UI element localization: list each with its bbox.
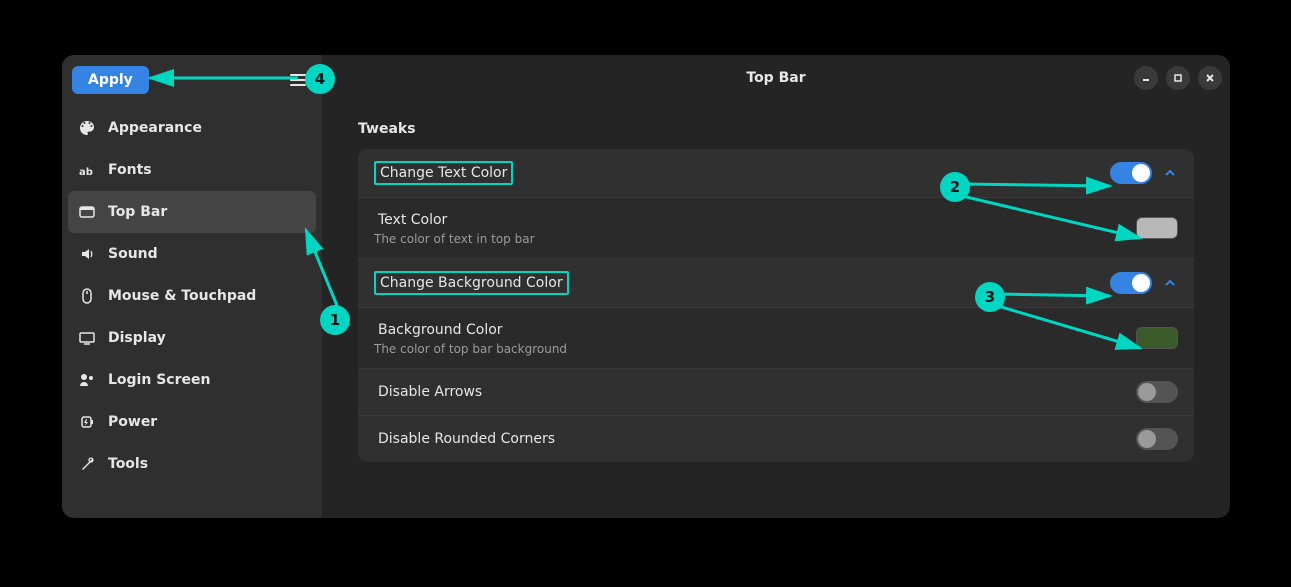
row-title: Background Color — [374, 320, 567, 340]
sidebar-item-label: Appearance — [108, 120, 202, 136]
sidebar-item-label: Sound — [108, 246, 158, 262]
background-color-swatch[interactable] — [1136, 327, 1178, 349]
sidebar-item-tools[interactable]: Tools — [68, 443, 316, 485]
sidebar-item-label: Fonts — [108, 162, 152, 178]
toggle-disable-arrows[interactable] — [1136, 381, 1178, 403]
sidebar-item-appearance[interactable]: Appearance — [68, 107, 316, 149]
sidebar-item-mouse-touchpad[interactable]: Mouse & Touchpad — [68, 275, 316, 317]
row-subtitle: The color of top bar background — [374, 342, 567, 356]
apply-button[interactable]: Apply — [72, 66, 149, 94]
row-title: Change Background Color — [374, 271, 569, 295]
power-icon — [78, 413, 96, 431]
maximize-button[interactable] — [1166, 66, 1190, 90]
sidebar-header: Apply — [68, 61, 316, 99]
mouse-icon — [78, 287, 96, 305]
row-text-color: Text Color The color of text in top bar — [358, 198, 1194, 259]
sidebar-item-top-bar[interactable]: Top Bar — [68, 191, 316, 233]
sidebar: Apply Appearance ab Fonts Top Bar — [62, 55, 322, 518]
hamburger-icon — [290, 74, 306, 76]
tools-icon — [78, 455, 96, 473]
annotation-badge-2: 2 — [940, 172, 970, 202]
row-title: Disable Arrows — [374, 382, 486, 402]
main-area: Top Bar Tweaks Change Text Color — [322, 55, 1230, 518]
svg-text:ab: ab — [79, 167, 93, 178]
section-title: Tweaks — [358, 121, 1194, 137]
toggle-change-background-color[interactable] — [1110, 272, 1152, 294]
minimize-button[interactable] — [1134, 66, 1158, 90]
sidebar-item-label: Login Screen — [108, 372, 210, 388]
sidebar-item-login-screen[interactable]: Login Screen — [68, 359, 316, 401]
toggle-knob — [1132, 164, 1150, 182]
sidebar-item-label: Top Bar — [108, 204, 167, 220]
display-icon — [78, 329, 96, 347]
maximize-icon — [1173, 73, 1183, 83]
toggle-change-text-color[interactable] — [1110, 162, 1152, 184]
sidebar-item-label: Power — [108, 414, 157, 430]
preferences-window: Apply Appearance ab Fonts Top Bar — [62, 55, 1230, 518]
row-background-color: Background Color The color of top bar ba… — [358, 308, 1194, 369]
row-disable-rounded-corners[interactable]: Disable Rounded Corners — [358, 416, 1194, 462]
minimize-icon — [1141, 73, 1151, 83]
appearance-icon — [78, 119, 96, 137]
sidebar-item-label: Display — [108, 330, 166, 346]
sound-icon — [78, 245, 96, 263]
row-title: Change Text Color — [374, 161, 513, 185]
close-icon — [1205, 73, 1215, 83]
chevron-up-icon — [1164, 167, 1176, 179]
close-button[interactable] — [1198, 66, 1222, 90]
row-title: Text Color — [374, 210, 535, 230]
row-change-background-color[interactable]: Change Background Color — [358, 259, 1194, 308]
annotation-badge-3: 3 — [975, 282, 1005, 312]
sidebar-item-sound[interactable]: Sound — [68, 233, 316, 275]
window-controls — [1134, 66, 1222, 90]
toggle-disable-rounded-corners[interactable] — [1136, 428, 1178, 450]
row-disable-arrows[interactable]: Disable Arrows — [358, 369, 1194, 416]
text-color-swatch[interactable] — [1136, 217, 1178, 239]
annotation-badge-4: 4 — [305, 64, 335, 94]
row-change-text-color[interactable]: Change Text Color — [358, 149, 1194, 198]
chevron-up-icon — [1164, 277, 1176, 289]
sidebar-nav: Appearance ab Fonts Top Bar Sound Mouse … — [68, 107, 316, 485]
sidebar-item-display[interactable]: Display — [68, 317, 316, 359]
expand-chevron[interactable] — [1162, 275, 1178, 291]
sidebar-item-power[interactable]: Power — [68, 401, 316, 443]
sidebar-item-label: Tools — [108, 456, 148, 472]
row-title: Disable Rounded Corners — [374, 429, 559, 449]
login-icon — [78, 371, 96, 389]
tweaks-list: Change Text Color Text Color The color o… — [358, 149, 1194, 462]
expand-chevron[interactable] — [1162, 165, 1178, 181]
sidebar-item-label: Mouse & Touchpad — [108, 288, 256, 304]
sidebar-item-fonts[interactable]: ab Fonts — [68, 149, 316, 191]
fonts-icon: ab — [78, 161, 96, 179]
toggle-knob — [1132, 274, 1150, 292]
row-subtitle: The color of text in top bar — [374, 232, 535, 246]
annotation-badge-1: 1 — [320, 305, 350, 335]
toggle-knob — [1138, 430, 1156, 448]
top-bar-icon — [78, 203, 96, 221]
content-area: Tweaks Change Text Color Text Color The … — [322, 101, 1230, 482]
titlebar: Top Bar — [322, 55, 1230, 101]
page-title: Top Bar — [746, 70, 805, 86]
toggle-knob — [1138, 383, 1156, 401]
